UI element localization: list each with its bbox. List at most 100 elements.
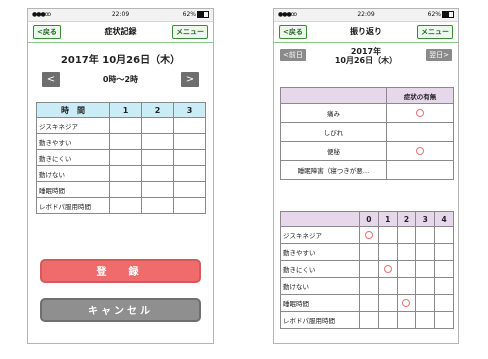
register-button[interactable]: 登 録 bbox=[40, 259, 201, 283]
grid-cell[interactable] bbox=[141, 149, 174, 166]
column-header: 1 bbox=[377, 211, 398, 227]
grid-cell[interactable] bbox=[173, 165, 206, 182]
grid-cell[interactable] bbox=[173, 197, 206, 214]
table-row: 睡眠時間 bbox=[280, 294, 454, 312]
row-label: レボドパ服用時間 bbox=[280, 311, 360, 329]
grid-cell[interactable] bbox=[141, 133, 174, 150]
grid-cell[interactable] bbox=[359, 226, 379, 244]
symptom-label: 睡眠障害（寝つきが悪… bbox=[280, 160, 387, 180]
row-label: 動きやすい bbox=[36, 133, 110, 150]
grid-cell[interactable] bbox=[377, 277, 398, 295]
battery-indicator: 62% bbox=[183, 9, 209, 21]
grid-cell[interactable] bbox=[396, 294, 417, 312]
table-row: 動きにくい bbox=[280, 260, 454, 278]
table-row: ジスキネジア bbox=[36, 117, 206, 134]
grid-cell[interactable] bbox=[359, 311, 379, 329]
grid-header-row: 時 間 1 2 3 bbox=[36, 102, 206, 118]
table-row: 睡眠時間 bbox=[36, 181, 206, 198]
grid-cell[interactable] bbox=[377, 311, 398, 329]
row-label: 動けない bbox=[36, 165, 110, 182]
table-row: 睡眠障害（寝つきが悪… bbox=[280, 160, 454, 180]
grid-cell[interactable] bbox=[109, 133, 142, 150]
grid-cell[interactable] bbox=[396, 311, 417, 329]
grid-cell[interactable] bbox=[434, 311, 454, 329]
grid-cell[interactable] bbox=[141, 165, 174, 182]
grid-cell[interactable] bbox=[141, 181, 174, 198]
grid-cell[interactable] bbox=[415, 277, 436, 295]
menu-button[interactable]: メニュー bbox=[417, 25, 453, 39]
battery-indicator: 62% bbox=[428, 9, 454, 21]
column-header: 時 間 bbox=[36, 102, 110, 118]
cancel-button[interactable]: キャンセル bbox=[40, 298, 201, 322]
row-label: ジスキネジア bbox=[36, 117, 110, 134]
header-blank bbox=[280, 87, 387, 104]
row-label: レボドパ服用時間 bbox=[36, 197, 110, 214]
grid-cell[interactable] bbox=[359, 277, 379, 295]
grid-cell[interactable] bbox=[377, 260, 398, 278]
grid-cell[interactable] bbox=[377, 226, 398, 244]
grid-cell[interactable] bbox=[415, 260, 436, 278]
grid-cell[interactable] bbox=[415, 243, 436, 261]
presence-cell[interactable] bbox=[386, 141, 454, 161]
table-row: レボドパ服用時間 bbox=[280, 311, 454, 329]
grid-cell[interactable] bbox=[173, 117, 206, 134]
presence-cell[interactable] bbox=[386, 103, 454, 123]
mark-icon bbox=[383, 265, 392, 273]
grid-cell[interactable] bbox=[109, 181, 142, 198]
column-header: 2 bbox=[141, 102, 174, 118]
grid-cell[interactable] bbox=[359, 260, 379, 278]
grid-cell[interactable] bbox=[415, 226, 436, 244]
grid-cell[interactable] bbox=[173, 181, 206, 198]
next-slot-button[interactable]: > bbox=[181, 72, 199, 87]
presence-cell[interactable] bbox=[386, 122, 454, 142]
grid-cell[interactable] bbox=[396, 277, 417, 295]
status-bar: ●●●oo 22:09 62% bbox=[274, 9, 458, 22]
grid-cell[interactable] bbox=[359, 294, 379, 312]
presence-cell[interactable] bbox=[386, 160, 454, 180]
status-bar: ●●●oo 22:09 62% bbox=[28, 9, 213, 22]
presence-mark-icon bbox=[416, 109, 424, 117]
row-label: 動きにくい bbox=[36, 149, 110, 166]
table-row: 痛み bbox=[280, 103, 454, 123]
grid-cell[interactable] bbox=[434, 226, 454, 244]
grid-cell[interactable] bbox=[109, 197, 142, 214]
table-row: 動けない bbox=[280, 277, 454, 295]
column-header: 3 bbox=[173, 102, 206, 118]
column-header: 1 bbox=[109, 102, 142, 118]
grid-cell[interactable] bbox=[377, 294, 398, 312]
grid-cell[interactable] bbox=[415, 311, 436, 329]
row-label: 睡眠時間 bbox=[280, 294, 360, 312]
grid-cell[interactable] bbox=[396, 243, 417, 261]
table-row: 動きやすい bbox=[280, 243, 454, 261]
grid-cell[interactable] bbox=[396, 226, 417, 244]
symptom-label: 痛み bbox=[280, 103, 387, 123]
column-header: 3 bbox=[415, 211, 436, 227]
next-day-button[interactable]: 翌日> bbox=[426, 49, 452, 61]
grid-cell[interactable] bbox=[141, 117, 174, 134]
table-row: しびれ bbox=[280, 122, 454, 142]
back-button[interactable]: <戻る bbox=[279, 25, 307, 39]
grid-cell[interactable] bbox=[434, 243, 454, 261]
grid-cell[interactable] bbox=[434, 294, 454, 312]
grid-cell[interactable] bbox=[141, 197, 174, 214]
symptom-presence-header: 症状の有無 bbox=[386, 87, 454, 104]
prev-slot-button[interactable]: < bbox=[42, 72, 60, 87]
grid-cell[interactable] bbox=[173, 149, 206, 166]
menu-button[interactable]: メニュー bbox=[172, 25, 208, 39]
grid-cell[interactable] bbox=[434, 260, 454, 278]
grid-cell[interactable] bbox=[377, 243, 398, 261]
time-slot-selector: < 0時〜2時 > bbox=[28, 72, 213, 88]
record-date: 2017年 10月26日（木） bbox=[60, 55, 181, 66]
grid-cell[interactable] bbox=[396, 260, 417, 278]
mark-icon bbox=[364, 231, 373, 239]
column-header: 0 bbox=[359, 211, 379, 227]
nav-bar: <戻る 症状記録 メニュー bbox=[28, 22, 213, 43]
grid-cell[interactable] bbox=[109, 149, 142, 166]
grid-cell[interactable] bbox=[109, 165, 142, 182]
grid-cell[interactable] bbox=[173, 133, 206, 150]
grid-cell[interactable] bbox=[434, 277, 454, 295]
back-button[interactable]: <戻る bbox=[33, 25, 61, 39]
grid-cell[interactable] bbox=[109, 117, 142, 134]
grid-cell[interactable] bbox=[415, 294, 436, 312]
grid-cell[interactable] bbox=[359, 243, 379, 261]
